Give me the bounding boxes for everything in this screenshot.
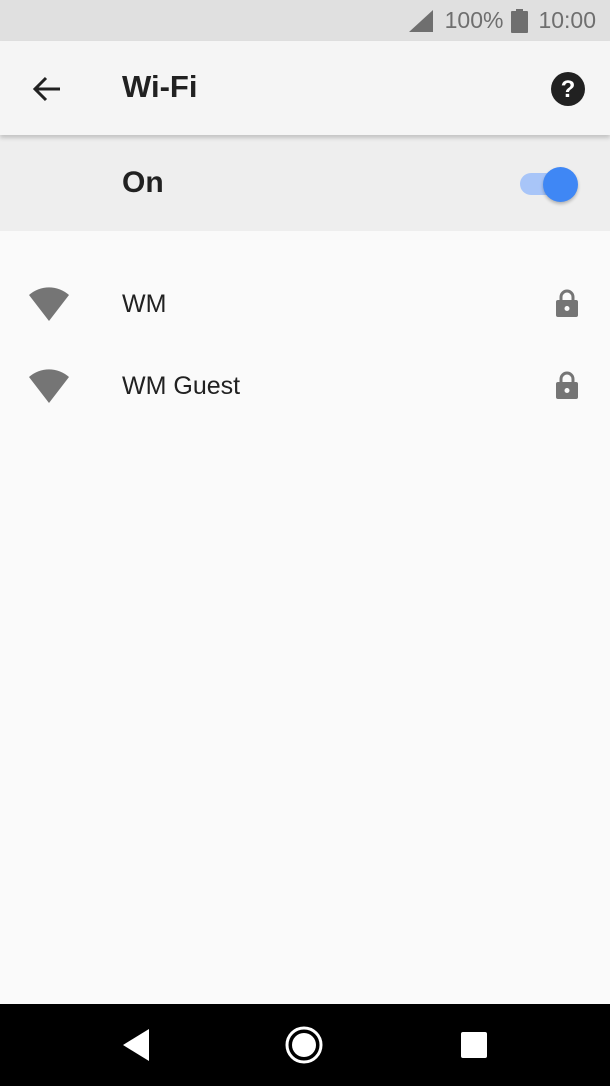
wifi-icon xyxy=(29,369,69,403)
network-item-wm-guest[interactable]: WM Guest xyxy=(0,344,610,426)
recents-square-icon xyxy=(461,1032,487,1058)
help-icon: ? xyxy=(551,72,585,106)
lock-icon xyxy=(556,289,578,317)
network-name: WM xyxy=(122,290,167,318)
signal-icon xyxy=(408,9,433,32)
page-title: Wi-Fi xyxy=(122,69,198,104)
battery-percent: 100% xyxy=(444,7,504,33)
clock: 10:00 xyxy=(538,7,596,33)
battery-icon xyxy=(511,8,529,33)
nav-recents-button[interactable] xyxy=(454,1025,494,1065)
arrow-back-icon xyxy=(32,76,60,102)
wifi-state-label: On xyxy=(122,166,164,199)
wifi-icon xyxy=(29,287,69,321)
network-item-wm[interactable]: WM xyxy=(0,262,610,344)
app-bar: Wi-Fi ? xyxy=(0,41,610,135)
svg-text:?: ? xyxy=(561,76,576,103)
back-button[interactable] xyxy=(22,64,72,114)
wifi-master-switch-row[interactable]: On xyxy=(0,135,610,231)
network-name: WM Guest xyxy=(122,372,241,400)
nav-home-button[interactable] xyxy=(284,1025,324,1065)
wifi-toggle-thumb[interactable] xyxy=(543,167,578,202)
nav-back-button[interactable] xyxy=(116,1025,156,1065)
network-list: WM WM Guest xyxy=(0,262,610,426)
home-circle-icon xyxy=(285,1026,323,1064)
back-triangle-icon xyxy=(123,1029,149,1061)
navigation-bar xyxy=(0,1004,610,1086)
status-bar: 100% 10:00 xyxy=(0,0,610,41)
lock-icon xyxy=(556,371,578,399)
help-button[interactable]: ? xyxy=(550,71,586,107)
